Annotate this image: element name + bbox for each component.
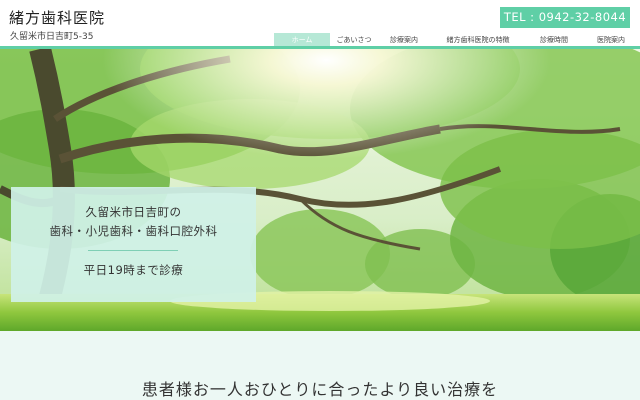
hero-image: 久留米市日吉町の 歯科・小児歯科・歯科口腔外科 平日19時まで診療: [0, 49, 640, 331]
nav-item-treatment[interactable]: 診療案内: [378, 33, 430, 47]
site-header: 緒方歯科医院 久留米市日吉町5-35 TEL : 0942-32-8044 ホー…: [0, 0, 640, 47]
nav-item-features[interactable]: 緒方歯科医院の特徴: [430, 33, 526, 47]
clinic-address: 久留米市日吉町5-35: [10, 32, 94, 42]
main-nav: ホーム ごあいさつ 診療案内 緒方歯科医院の特徴 診療時間 医院案内: [274, 33, 640, 47]
intro-tagline: 患者様お一人おひとりに合ったより良い治療を: [141, 380, 499, 399]
tel-button[interactable]: TEL : 0942-32-8044: [500, 7, 630, 28]
hero-location: 久留米市日吉町の: [85, 205, 182, 219]
hero-hours: 平日19時まで診療: [83, 263, 184, 277]
nav-item-clinic-info[interactable]: 医院案内: [582, 33, 640, 47]
hero-info-box: 久留米市日吉町の 歯科・小児歯科・歯科口腔外科 平日19時まで診療: [11, 187, 256, 302]
hero-divider: [88, 250, 178, 251]
nav-item-greeting[interactable]: ごあいさつ: [330, 33, 378, 47]
intro-section: 患者様お一人おひとりに合ったより良い治療を: [0, 331, 640, 400]
nav-item-hours[interactable]: 診療時間: [526, 33, 582, 47]
nav-item-home[interactable]: ホーム: [274, 33, 330, 47]
clinic-name[interactable]: 緒方歯科医院: [9, 7, 105, 28]
hero-services: 歯科・小児歯科・歯科口腔外科: [49, 224, 218, 238]
